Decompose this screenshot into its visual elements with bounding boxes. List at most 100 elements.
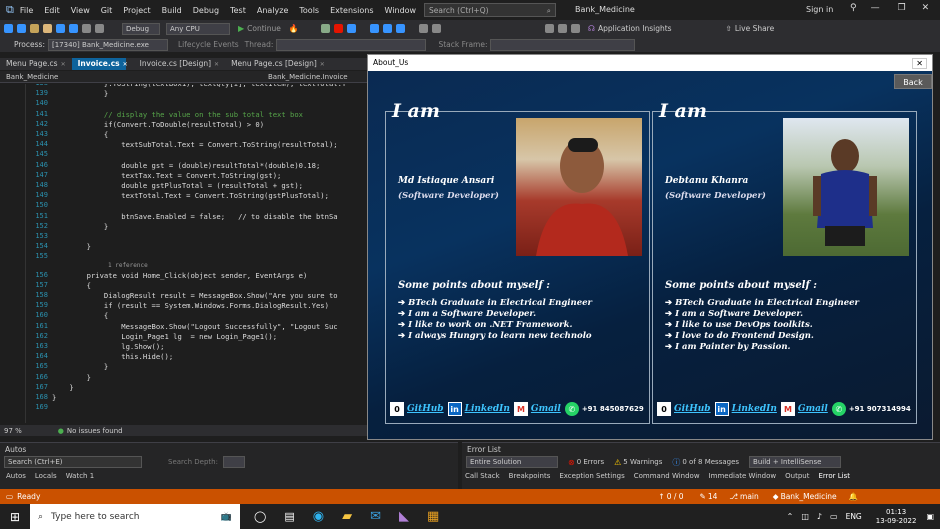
menu-analyze[interactable]: Analyze	[257, 6, 289, 15]
github-icon[interactable]: 0	[390, 402, 404, 416]
platform-select[interactable]: Any CPU	[166, 22, 230, 35]
new-project-icon[interactable]	[30, 24, 39, 33]
clock[interactable]: 01:13 13-09-2022	[876, 508, 917, 526]
forward-nav-icon[interactable]	[17, 24, 26, 33]
tab-watch[interactable]: Watch 1	[66, 472, 94, 480]
close-icon[interactable]: ✕	[922, 3, 930, 13]
menu-git[interactable]: Git	[101, 6, 113, 15]
tab-close-icon[interactable]: ✕	[123, 61, 128, 68]
tab-output[interactable]: Output	[785, 472, 809, 480]
code-line[interactable]: {	[52, 281, 91, 290]
code-editor[interactable]: 138 }.ToString(textBox1), textQty[i], te…	[0, 84, 367, 423]
reference-codelens[interactable]: 1 reference	[108, 262, 148, 269]
menu-file[interactable]: File	[20, 6, 33, 15]
gmail-icon[interactable]: M	[780, 402, 795, 416]
github-link[interactable]: GitHub	[674, 404, 711, 414]
code-line[interactable]: textSubTotal.Text = Convert.ToString(res…	[52, 140, 337, 149]
tab-immediate-window[interactable]: Immediate Window	[709, 472, 777, 480]
restart-icon[interactable]	[346, 24, 356, 33]
errors-filter[interactable]: 0 Errors	[577, 458, 604, 466]
notification-icon[interactable]: 🔔	[849, 492, 858, 501]
repo-name[interactable]: Bank_Medicine	[781, 492, 837, 501]
code-line[interactable]: }.ToString(textBox1), textQty[i], textIt…	[52, 84, 346, 88]
changes-count[interactable]: 14	[708, 492, 718, 501]
file-explorer-icon[interactable]: ▰	[342, 509, 352, 524]
menu-window[interactable]: Window	[385, 6, 417, 15]
menu-test[interactable]: Test	[230, 6, 246, 15]
tab-close-icon[interactable]: ✕	[214, 61, 219, 68]
code-line[interactable]: Login_Page1 lg = new Login_Page1();	[52, 332, 277, 341]
edge-icon[interactable]: ◉	[313, 509, 324, 524]
gmail-link[interactable]: Gmail	[798, 404, 828, 414]
threads-icon[interactable]	[431, 24, 441, 33]
search-input[interactable]: Search (Ctrl+Q) ⌕	[424, 3, 556, 17]
sign-in-link[interactable]: Sign in	[806, 5, 833, 14]
thread-select[interactable]	[276, 38, 427, 51]
step-over-icon[interactable]	[369, 24, 379, 33]
linkedin-icon[interactable]: in	[714, 402, 729, 416]
code-line[interactable]: }	[52, 383, 73, 392]
issues-status[interactable]: No issues found	[67, 427, 123, 435]
back-button[interactable]: Back	[894, 74, 932, 89]
search-depth-select[interactable]	[222, 456, 245, 468]
code-line[interactable]: btnSave.Enabled = false; // to disable t…	[52, 212, 337, 221]
code-line[interactable]: double gstPlusTotal = (resultTotal + gst…	[52, 181, 303, 190]
menu-project[interactable]: Project	[123, 6, 150, 15]
code-line[interactable]: }	[52, 89, 108, 98]
comment-icon[interactable]	[557, 24, 567, 33]
tab-document[interactable]: Invoice.cs	[71, 58, 126, 70]
menu-edit[interactable]: Edit	[44, 6, 60, 15]
code-line[interactable]: }	[52, 222, 108, 231]
linkedin-link[interactable]: LinkedIn	[465, 404, 510, 414]
code-line[interactable]: double gst = (double)resultTotal*(double…	[52, 161, 320, 170]
messages-filter[interactable]: 0 of 8 Messages	[682, 458, 739, 466]
menu-tools[interactable]: Tools	[299, 6, 319, 15]
menu-debug[interactable]: Debug	[193, 6, 219, 15]
vs-logo-icon[interactable]: ⧉	[6, 3, 14, 17]
tab-document[interactable]: Invoice.cs [Design]	[134, 58, 217, 70]
line-changes[interactable]: 0 / 0	[667, 492, 684, 501]
code-line[interactable]: }	[52, 373, 91, 382]
code-line[interactable]: textTotal.Text = Convert.ToString(gstPlu…	[52, 191, 329, 200]
start-icon[interactable]: ⊞	[0, 510, 30, 524]
app-insights-button[interactable]: Application Insights	[598, 24, 672, 33]
code-line[interactable]: }	[52, 242, 91, 251]
maximize-icon[interactable]: ❐	[898, 3, 906, 13]
volume-icon[interactable]: ♪	[817, 512, 822, 521]
lifecycle-events-button[interactable]: Lifecycle Events	[178, 40, 239, 49]
app-icon[interactable]: ▦	[427, 509, 439, 524]
hot-reload-icon[interactable]: 🔥	[289, 24, 299, 33]
window-close-icon[interactable]: ✕	[912, 58, 927, 69]
visual-studio-icon[interactable]: ◣	[399, 509, 409, 524]
save-all-icon[interactable]	[69, 24, 78, 33]
tray-chevron-icon[interactable]: ⌃	[787, 512, 794, 521]
github-link[interactable]: GitHub	[407, 404, 444, 414]
code-line[interactable]: DialogResult result = MessageBox.Show("A…	[52, 291, 338, 300]
back-nav-icon[interactable]	[4, 24, 13, 33]
tab-locals[interactable]: Locals	[35, 472, 57, 480]
code-line[interactable]: {	[52, 311, 108, 320]
redo-icon[interactable]	[95, 24, 104, 33]
feedback-icon[interactable]: ⚲	[850, 3, 857, 13]
bookmark-icon[interactable]	[544, 24, 554, 33]
minimize-icon[interactable]: —	[871, 3, 880, 13]
continue-icon[interactable]: ▶	[238, 24, 244, 33]
menu-build[interactable]: Build	[162, 6, 182, 15]
tab-command-window[interactable]: Command Window	[634, 472, 700, 480]
notifications-icon[interactable]: ▣	[926, 512, 934, 521]
open-file-icon[interactable]	[43, 24, 52, 33]
tab-exception-settings[interactable]: Exception Settings	[559, 472, 624, 480]
code-line[interactable]: if (result == System.Windows.Forms.Dialo…	[52, 301, 329, 310]
whatsapp-icon[interactable]: ✆	[831, 402, 846, 416]
github-icon[interactable]: 0	[657, 402, 671, 416]
network-icon[interactable]: ◫	[801, 512, 809, 521]
step-out-icon[interactable]	[395, 24, 405, 33]
code-line[interactable]: }	[52, 362, 108, 371]
process-select[interactable]: [17340] Bank_Medicine.exe	[47, 38, 168, 51]
menu-view[interactable]: View	[71, 6, 90, 15]
live-share-button[interactable]: Live Share	[735, 24, 774, 33]
menu-extensions[interactable]: Extensions	[330, 6, 373, 15]
branch-name[interactable]: main	[740, 492, 759, 501]
tab-error-list[interactable]: Error List	[818, 472, 850, 480]
battery-icon[interactable]: ▭	[830, 512, 838, 521]
